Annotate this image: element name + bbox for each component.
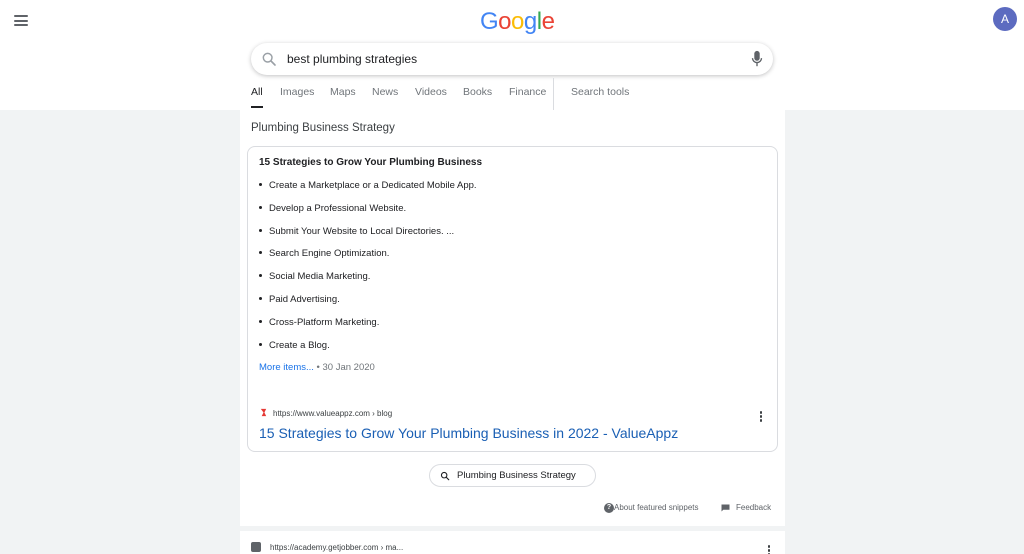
snippet-heading: Plumbing Business Strategy [251, 122, 395, 134]
tab-books[interactable]: Books [463, 86, 492, 98]
list-item: Search Engine Optimization. [259, 248, 389, 259]
top-bar: Google A All Images Maps News Videos Boo… [0, 0, 1024, 110]
tab-news[interactable]: News [372, 86, 398, 98]
chip-label: Plumbing Business Strategy [457, 470, 576, 481]
site-favicon-icon [251, 542, 261, 552]
site-favicon-icon [260, 409, 267, 417]
account-avatar[interactable]: A [993, 7, 1017, 31]
list-item: Develop a Professional Website. [259, 203, 406, 214]
featured-snippet-panel: Plumbing Business Strategy 15 Strategies… [240, 110, 785, 526]
google-logo[interactable]: Google [480, 8, 555, 36]
main-menu-icon[interactable] [14, 15, 28, 26]
list-item: Social Media Marketing. [259, 271, 370, 282]
snippet-date: • 30 Jan 2020 [313, 362, 375, 373]
tab-maps[interactable]: Maps [330, 86, 356, 98]
related-search-chip[interactable]: Plumbing Business Strategy [429, 464, 596, 487]
list-item: Create a Blog. [259, 340, 330, 351]
tab-divider [553, 78, 554, 110]
help-icon: ? [604, 503, 614, 513]
result-url[interactable]: https://academy.getjobber.com › ma... [251, 542, 403, 553]
tab-all[interactable]: All [251, 86, 263, 108]
result-title-link[interactable]: 15 Strategies to Grow Your Plumbing Busi… [259, 425, 678, 441]
list-item: Submit Your Website to Local Directories… [259, 226, 454, 237]
search-box [251, 43, 773, 75]
list-item: Paid Advertising. [259, 294, 340, 305]
more-options-icon[interactable] [767, 545, 771, 554]
featured-snippet-card: 15 Strategies to Grow Your Plumbing Busi… [247, 146, 778, 452]
search-icon[interactable] [261, 51, 277, 67]
snippet-title: 15 Strategies to Grow Your Plumbing Busi… [259, 157, 483, 168]
list-item: Cross-Platform Marketing. [259, 317, 379, 328]
source-url[interactable]: https://www.valueappz.com › blog [259, 409, 392, 418]
search-input[interactable] [287, 49, 727, 69]
more-options-icon[interactable] [759, 411, 763, 423]
list-item: Create a Marketplace or a Dedicated Mobi… [259, 180, 477, 191]
feedback-icon [721, 504, 730, 512]
tab-images[interactable]: Images [280, 86, 314, 98]
about-featured-snippets-link[interactable]: ? About featured snippets [604, 503, 699, 513]
search-icon [440, 471, 450, 481]
more-items-link[interactable]: More items... [259, 362, 314, 373]
more-items-row: More items... • 30 Jan 2020 [259, 362, 375, 373]
tab-videos[interactable]: Videos [415, 86, 447, 98]
tab-finance[interactable]: Finance [509, 86, 546, 98]
microphone-icon[interactable] [750, 50, 764, 68]
feedback-link[interactable]: Feedback [721, 503, 771, 512]
search-result-card: https://academy.getjobber.com › ma... [240, 531, 785, 554]
tab-search-tools[interactable]: Search tools [571, 86, 629, 98]
